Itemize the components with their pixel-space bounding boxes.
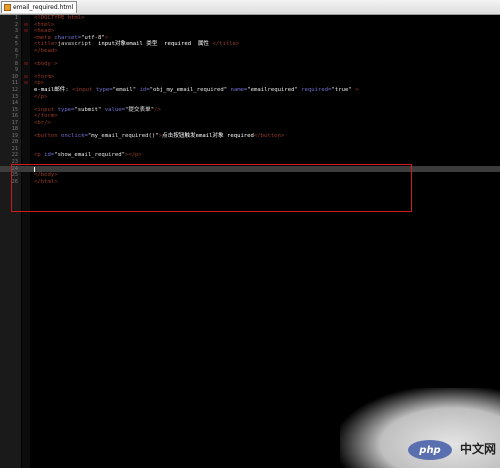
code-token: id= [139, 87, 150, 94]
code-token: charset= [54, 34, 82, 41]
code-token: "emailrequired" [247, 87, 302, 94]
code-token: e-mail邮件: [34, 87, 73, 94]
code-token: <input [72, 87, 96, 94]
code-token: <p [34, 152, 45, 159]
code-token: "utf-8" [81, 34, 105, 41]
code-token: 点击按钮触发email对象 required [162, 132, 254, 139]
file-icon [4, 4, 11, 11]
code-token: value= [104, 106, 125, 113]
code-token: <html> [34, 21, 55, 28]
code-token: > [104, 34, 109, 41]
code-token: type= [95, 87, 113, 94]
code-token: /> [154, 106, 161, 113]
code-token: type= [57, 106, 75, 113]
php-logo-text: php [419, 444, 441, 456]
code-token: name= [230, 87, 248, 94]
code-token: ></p> [124, 152, 142, 159]
code-token: <meta [34, 34, 55, 41]
code-token: "submit" [74, 106, 105, 113]
code-token: javascript [57, 41, 98, 48]
code-token: "show_email_required" [54, 152, 125, 159]
watermark: php 中文网 [340, 388, 500, 468]
code-token: <!DOCTYPE html> [34, 15, 85, 21]
code-token: <body > [34, 60, 58, 67]
code-token: <form> [34, 73, 55, 80]
code-token: <title> [34, 41, 58, 48]
tab-bar: email_required.html [0, 0, 500, 15]
code-token: </title> [212, 41, 240, 48]
code-token: id= [44, 152, 55, 159]
code-token: <input [34, 106, 58, 113]
selection-highlight-box [11, 164, 412, 212]
code-token: "提交表单" [124, 106, 155, 113]
code-token: onclick= [60, 132, 88, 139]
code-token: </button> [253, 132, 285, 139]
code-token: "my_email_required()" [87, 132, 159, 139]
tab-email-required[interactable]: email_required.html [1, 1, 77, 13]
code-token: </p> [34, 93, 48, 100]
code-token: input对象email 类型 required 属性 [98, 41, 213, 48]
php-logo: php [408, 440, 452, 460]
tab-label: email_required.html [13, 4, 74, 11]
code-token: required= [301, 87, 332, 94]
code-token: <head> [34, 28, 55, 35]
code-lines: 1 <!DOCTYPE html> 2 ⊟ <html> 3 ⊟ <head> 4 <meta c… [0, 15, 500, 185]
code-token: </head> [34, 47, 58, 54]
watermark-site-name: 中文网 [459, 442, 496, 456]
editor-window: email_required.html 1 <!DOCTYPE html> 2 ⊟ <h… [0, 0, 500, 468]
code-token: "true" [331, 87, 356, 94]
code-token: "email" [112, 87, 140, 94]
code-token: > [355, 87, 359, 94]
code-token: <br/> [34, 119, 51, 126]
code-token: "obj_my_email_required" [149, 87, 231, 94]
code-token: <button [34, 132, 61, 139]
code-token: </form> [34, 113, 58, 120]
code-token: <p> [34, 80, 45, 87]
